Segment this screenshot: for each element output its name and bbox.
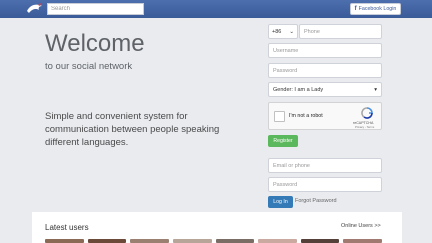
latest-users-panel: Latest users Online Users >> <box>32 212 402 243</box>
forgot-password-link[interactable]: Forgot Password <box>295 198 337 204</box>
login-email-field[interactable] <box>268 158 382 173</box>
phone-field[interactable] <box>299 24 382 39</box>
register-button[interactable]: Register <box>268 135 298 147</box>
page-subtitle: to our social network <box>45 61 133 72</box>
page-title: Welcome <box>45 30 145 57</box>
online-users-link[interactable]: Online Users >> <box>341 223 381 229</box>
facebook-login-label: Facebook Login <box>358 6 397 12</box>
recaptcha-logo-icon <box>361 107 373 119</box>
user-thumbnail[interactable] <box>343 239 382 243</box>
recaptcha-checkbox[interactable] <box>274 111 285 122</box>
signup-password-field[interactable] <box>268 63 382 78</box>
user-thumbnail[interactable] <box>45 239 84 243</box>
user-thumbnail[interactable] <box>130 239 169 243</box>
country-code-select[interactable]: +86 ⌄ <box>268 24 298 39</box>
login-password-field[interactable] <box>268 177 382 192</box>
chevron-down-icon: ▾ <box>374 86 377 93</box>
user-thumbnail[interactable] <box>300 239 340 243</box>
country-code-value: +86 <box>272 28 282 35</box>
gender-select-value: Gender: I am a Lady <box>273 86 324 93</box>
chevron-down-icon: ⌄ <box>289 28 294 35</box>
search-input[interactable] <box>47 3 144 15</box>
gender-select[interactable]: Gender: I am a Lady ▾ <box>268 82 382 97</box>
user-thumbnails <box>45 239 382 243</box>
user-thumbnail[interactable] <box>215 239 255 243</box>
dolphin-logo-icon[interactable] <box>26 2 44 15</box>
latest-users-heading: Latest users <box>45 223 89 232</box>
user-thumbnail[interactable] <box>87 239 127 243</box>
top-navbar: f Facebook Login <box>0 0 432 18</box>
user-thumbnail[interactable] <box>258 239 297 243</box>
facebook-login-button[interactable]: f Facebook Login <box>350 3 401 15</box>
user-thumbnail[interactable] <box>172 239 212 243</box>
facebook-icon: f <box>354 6 357 12</box>
site-description: Simple and convenient system for communi… <box>45 111 220 148</box>
login-button[interactable]: Log In <box>268 196 293 208</box>
username-field[interactable] <box>268 43 382 58</box>
recaptcha-widget: I'm not a robot reCAPTCHA Privacy - Term… <box>268 102 382 130</box>
recaptcha-label: I'm not a robot <box>289 113 323 119</box>
recaptcha-terms-link[interactable]: Privacy - Terms <box>355 125 374 129</box>
